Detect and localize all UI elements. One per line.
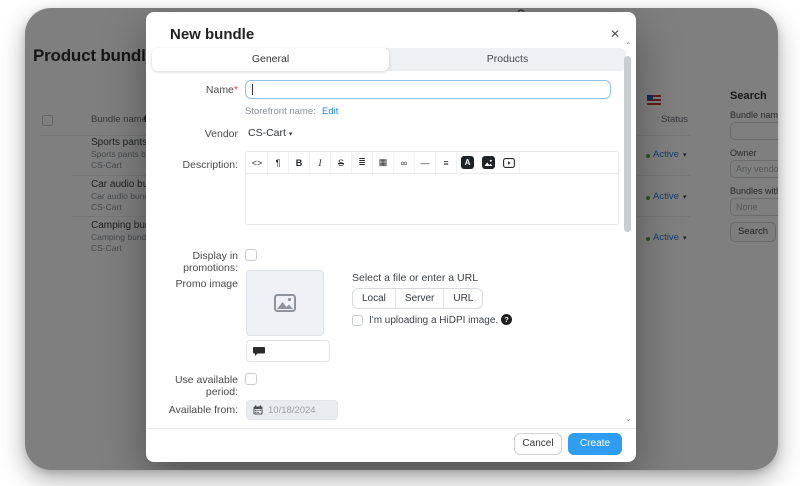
hidpi-checkbox[interactable] — [352, 315, 363, 326]
text-cursor — [252, 84, 253, 95]
comment-bubble-icon — [253, 347, 265, 356]
required-asterisk: * — [233, 84, 238, 96]
modal-tabs: General Products — [152, 48, 626, 71]
video-icon[interactable] — [499, 152, 520, 173]
use-available-period-checkbox[interactable] — [245, 373, 257, 385]
scroll-up-icon[interactable]: ⌃ — [625, 42, 632, 50]
description-textarea[interactable] — [246, 174, 618, 224]
list-icon[interactable]: ≣ — [352, 152, 373, 173]
image-alt-text-input[interactable] — [246, 340, 330, 362]
vendor-label: Vendor — [204, 128, 238, 140]
promo-image-label: Promo image — [175, 278, 238, 290]
image-icon[interactable] — [482, 156, 495, 169]
hidpi-label: I'm uploading a HiDPI image. — [369, 315, 499, 326]
display-in-promotions-checkbox[interactable] — [245, 249, 257, 261]
link-icon[interactable]: ∞ — [394, 152, 415, 173]
available-from-input[interactable]: 10/18/2024 — [246, 400, 338, 420]
italic-icon[interactable]: I — [310, 152, 331, 173]
bold-icon[interactable]: B — [289, 152, 310, 173]
promo-image-placeholder — [246, 270, 324, 336]
close-icon[interactable]: ✕ — [610, 27, 620, 41]
new-bundle-modal: New bundle ✕ General Products Name* Stor… — [146, 12, 636, 462]
modal-title: New bundle — [170, 26, 255, 43]
name-label: Name* — [205, 84, 238, 96]
edit-link[interactable]: Edit — [322, 106, 338, 117]
display-in-promotions-label: Display in promotions: — [183, 250, 238, 274]
tab-general[interactable]: General — [152, 48, 389, 71]
table-icon[interactable]: ▦ — [373, 152, 394, 173]
calendar-icon — [253, 405, 263, 415]
server-button[interactable]: Server — [396, 289, 445, 308]
cancel-button[interactable]: Cancel — [514, 433, 562, 455]
file-source-buttons: Local Server URL — [352, 288, 484, 309]
image-placeholder-icon — [274, 294, 296, 312]
footer-divider — [146, 428, 636, 429]
modal-scrollbar[interactable] — [624, 56, 631, 232]
strikethrough-icon[interactable]: S — [331, 152, 352, 173]
local-button[interactable]: Local — [353, 289, 396, 308]
hidpi-help-icon[interactable]: ? — [501, 314, 512, 325]
name-input[interactable] — [245, 80, 611, 99]
chevron-down-icon: ▾ — [288, 131, 293, 138]
available-from-label: Available from: — [168, 404, 238, 416]
editor-toolbar: <> ¶ B I S ≣ ▦ ∞ — ≡ A — [246, 152, 618, 174]
font-style-icon[interactable]: A — [461, 156, 474, 169]
vendor-dropdown[interactable]: CS-Cart ▾ — [248, 127, 292, 139]
storefront-name-label: Storefront name: — [245, 106, 316, 117]
app-window: Search Product bundles Bundle name ? Sta… — [25, 8, 778, 470]
use-available-period-label: Use available period: — [174, 374, 238, 398]
url-button[interactable]: URL — [444, 289, 482, 308]
description-editor[interactable]: <> ¶ B I S ≣ ▦ ∞ — ≡ A — [245, 151, 619, 225]
select-file-text: Select a file or enter a URL — [352, 272, 479, 284]
alignment-icon[interactable]: ≡ — [436, 152, 457, 173]
paragraph-format-icon[interactable]: ¶ — [268, 152, 289, 173]
source-code-icon[interactable]: <> — [247, 152, 268, 173]
create-button[interactable]: Create — [568, 433, 622, 455]
tab-products[interactable]: Products — [389, 48, 626, 71]
horizontal-line-icon[interactable]: — — [415, 152, 436, 173]
scroll-down-icon[interactable]: ⌄ — [625, 415, 632, 423]
available-from-value: 10/18/2024 — [268, 404, 316, 416]
description-label: Description: — [182, 159, 238, 171]
